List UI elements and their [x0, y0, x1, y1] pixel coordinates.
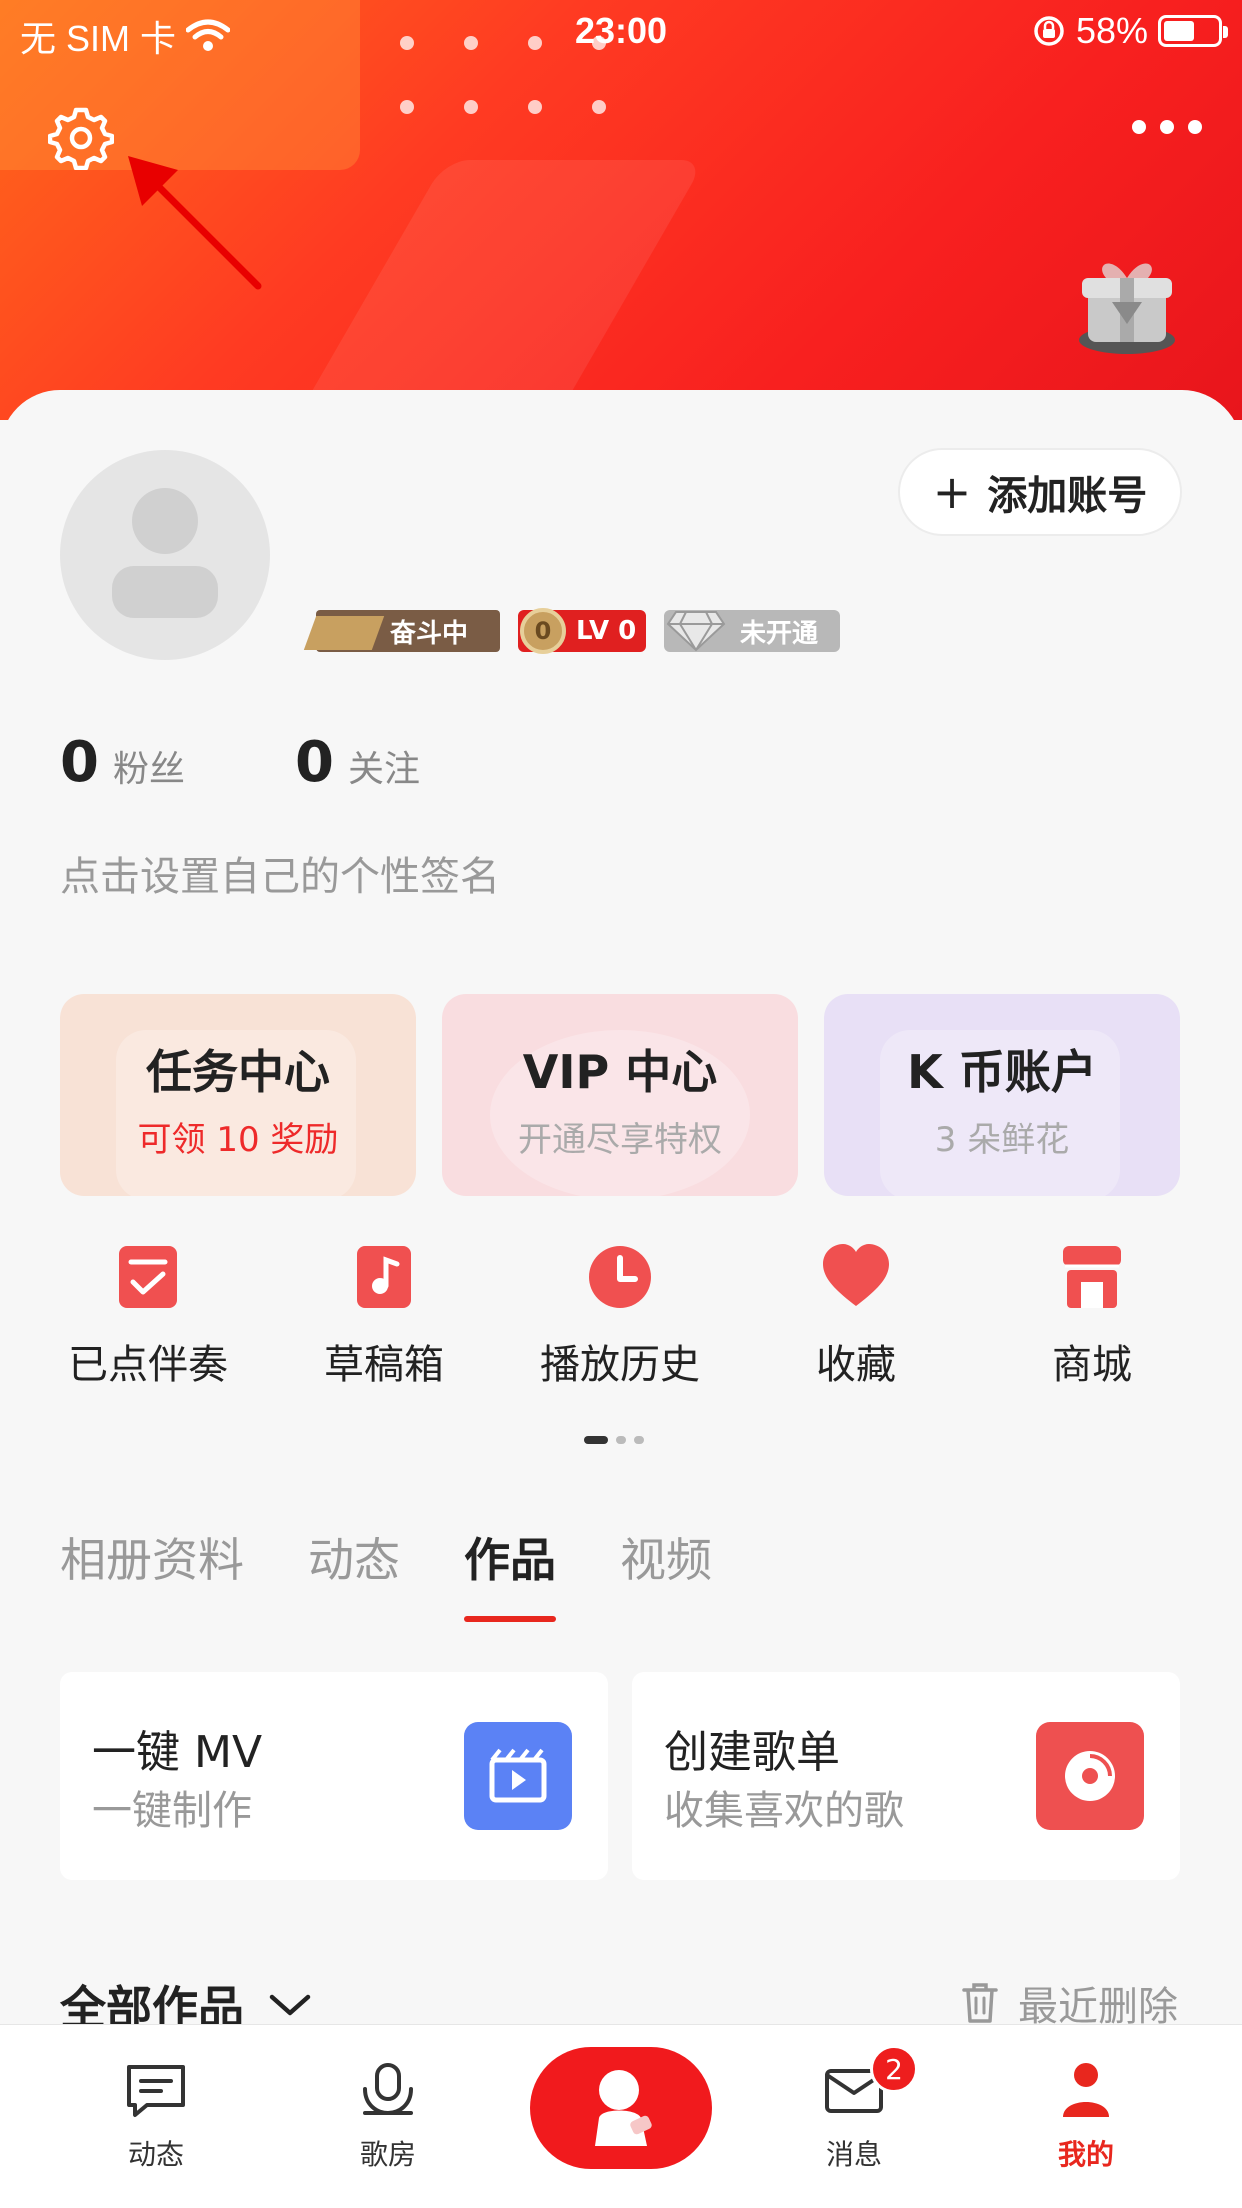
tab-album[interactable]: 相册资料 — [60, 1524, 244, 1590]
action-subtitle: 一键制作 — [92, 1788, 252, 1834]
nav-feed-label: 动态 — [127, 2138, 184, 2171]
nav-sing-button[interactable] — [530, 2047, 712, 2169]
shortcut-label: 已点伴奏 — [68, 1342, 228, 1388]
shortcut-label: 商城 — [1052, 1342, 1132, 1388]
shortcut-label: 草稿箱 — [324, 1342, 444, 1388]
music-note-icon — [357, 1246, 411, 1308]
coin-icon: 0 — [520, 608, 566, 654]
feature-tiles: 任务中心 可领 10 奖励 VIP 中心 开通尽享特权 K 币账户 3 朵鲜花 — [60, 994, 1180, 1196]
kcoin-account-tile[interactable]: K 币账户 3 朵鲜花 — [824, 994, 1180, 1196]
video-clapper-icon — [464, 1722, 572, 1830]
nav-messages[interactable]: 2 消息 — [774, 2045, 934, 2173]
create-playlist-card[interactable]: 创建歌单 收集喜欢的歌 — [632, 1672, 1180, 1880]
tab-works[interactable]: 作品 — [464, 1524, 556, 1622]
one-click-mv-card[interactable]: 一键 MV 一键制作 — [60, 1672, 608, 1880]
trash-icon — [962, 1983, 998, 2023]
vip-badge[interactable]: 未开通 — [664, 610, 840, 652]
profile-card: + 添加账号 奋斗中 0 LV 0 未开通 0 粉丝 0 关注 点击设置自己的个性签… — [0, 390, 1242, 2090]
avatar[interactable] — [60, 450, 270, 660]
shortcut-mall[interactable]: 商城 — [974, 1242, 1210, 1390]
settings-gear-icon[interactable] — [48, 104, 114, 170]
followers-stat[interactable]: 0 粉丝 — [60, 730, 185, 795]
shortcut-play-history[interactable]: 播放历史 — [502, 1242, 738, 1390]
tile-subtitle: 开通尽享特权 — [518, 1120, 722, 1160]
badge-row: 奋斗中 0 LV 0 未开通 — [316, 608, 840, 654]
action-cards: 一键 MV 一键制作 创建歌单 收集喜欢的歌 — [60, 1672, 1180, 1880]
followers-count: 0 — [60, 730, 99, 795]
rank-badge-label: 奋斗中 — [390, 618, 469, 649]
followers-label: 粉丝 — [112, 749, 185, 790]
nav-messages-label: 消息 — [825, 2138, 882, 2171]
follow-stats: 0 粉丝 0 关注 — [60, 730, 530, 795]
heart-icon — [823, 1244, 889, 1306]
checklist-icon — [119, 1246, 177, 1308]
chevron-down-icon — [269, 1994, 311, 2016]
level-badge[interactable]: 0 LV 0 — [518, 608, 646, 654]
signature-text[interactable]: 点击设置自己的个性签名 — [60, 844, 500, 902]
message-count-badge: 2 — [870, 2045, 918, 2093]
pointer-arrow-annotation — [128, 156, 262, 290]
profile-header: 无 SIM 卡 23:00 58% — [0, 0, 1242, 420]
tile-title: VIP 中心 — [522, 1045, 718, 1099]
action-title: 一键 MV — [92, 1727, 263, 1778]
tile-subtitle: 3 朵鲜花 — [934, 1120, 1070, 1160]
bottom-navigation: 动态 歌房 2 消息 我的 — [0, 2024, 1242, 2208]
nav-rooms[interactable]: 歌房 — [308, 2061, 468, 2173]
rotation-lock-icon — [1034, 16, 1064, 46]
nav-feed[interactable]: 动态 — [76, 2061, 236, 2173]
plus-icon: + — [932, 465, 972, 519]
tile-title: K 币账户 — [907, 1045, 1097, 1099]
nav-me-label: 我的 — [1057, 2138, 1114, 2171]
shortcut-ordered-accompaniment[interactable]: 已点伴奏 — [30, 1242, 266, 1390]
tile-subtitle: 可领 10 奖励 — [137, 1120, 339, 1160]
action-subtitle: 收集喜欢的歌 — [664, 1788, 904, 1834]
shortcut-row: 已点伴奏 草稿箱 播放历史 收藏 商城 — [0, 1242, 1242, 1390]
shortcut-label: 播放历史 — [540, 1342, 700, 1388]
vip-center-tile[interactable]: VIP 中心 开通尽享特权 — [442, 994, 798, 1196]
shortcut-favorites[interactable]: 收藏 — [738, 1242, 974, 1390]
nav-rooms-label: 歌房 — [359, 2138, 416, 2171]
disc-icon — [1036, 1722, 1144, 1830]
clock-icon — [589, 1246, 651, 1308]
status-bar: 无 SIM 卡 23:00 58% — [0, 0, 1242, 62]
vip-badge-label: 未开通 — [740, 618, 819, 649]
add-account-button[interactable]: + 添加账号 — [898, 448, 1182, 536]
gift-box-icon[interactable] — [1072, 250, 1182, 360]
shortcut-label: 收藏 — [816, 1342, 896, 1388]
profile-person-icon — [1063, 2063, 1109, 2117]
following-label: 关注 — [347, 749, 420, 790]
header-decoration — [214, 160, 706, 420]
task-center-tile[interactable]: 任务中心 可领 10 奖励 — [60, 994, 416, 1196]
action-title: 创建歌单 — [664, 1727, 840, 1778]
store-icon — [1063, 1246, 1121, 1308]
more-options-icon[interactable] — [1132, 120, 1202, 134]
following-stat[interactable]: 0 关注 — [295, 730, 420, 795]
following-count: 0 — [294, 730, 334, 795]
tab-feed[interactable]: 动态 — [308, 1524, 400, 1590]
diamond-icon — [666, 611, 726, 652]
page-indicator — [584, 1436, 644, 1444]
level-badge-label: LV 0 — [576, 616, 637, 646]
chat-bubble-icon — [127, 2065, 185, 2117]
tile-title: 任务中心 — [146, 1045, 330, 1099]
tab-videos[interactable]: 视频 — [620, 1524, 712, 1590]
profile-tabs: 相册资料 动态 作品 视频 — [60, 1524, 712, 1622]
singer-icon — [595, 2070, 652, 2146]
nav-me[interactable]: 我的 — [1006, 2061, 1166, 2173]
shortcut-drafts[interactable]: 草稿箱 — [266, 1242, 502, 1390]
rank-badge[interactable]: 奋斗中 — [316, 610, 500, 652]
battery-percent: 58% — [1075, 10, 1148, 51]
battery-icon — [1158, 15, 1228, 47]
add-account-label: 添加账号 — [987, 473, 1148, 519]
microphone-icon — [363, 2063, 413, 2116]
